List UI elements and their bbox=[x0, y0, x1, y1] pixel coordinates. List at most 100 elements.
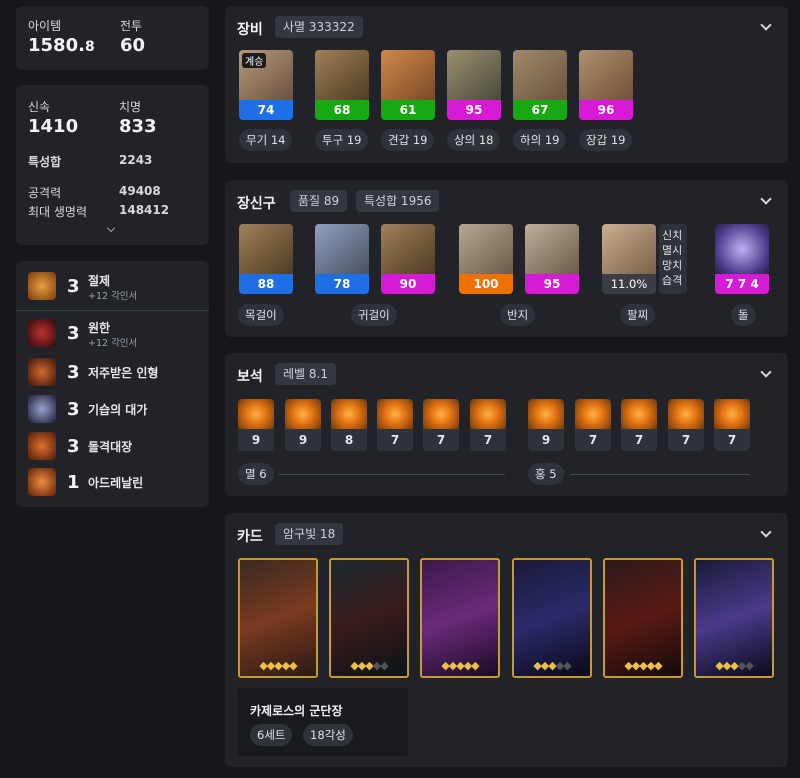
engraving-name: 절제 bbox=[88, 274, 111, 288]
divider bbox=[279, 474, 505, 475]
quality-bar: 95 bbox=[525, 274, 579, 294]
awakening-gems: ◆◆◆◆◆ bbox=[350, 659, 388, 672]
cooldown-gem[interactable]: 9 bbox=[528, 399, 564, 451]
max-hp-value: 148412 bbox=[119, 203, 170, 217]
collapse-chevron-icon[interactable] bbox=[760, 526, 772, 538]
ring-slot[interactable]: 100 bbox=[459, 224, 513, 294]
gloves-slot[interactable]: 96 bbox=[579, 50, 633, 120]
cards-section: 카드 암구빛 18 ◆◆◆◆◆ ◆◆◆◆◆ ◆◆◆◆◆ ◆◆◆◆◆ ◆◆◆◆◆ … bbox=[225, 513, 788, 767]
collapse-chevron-icon[interactable] bbox=[760, 19, 772, 31]
cooldown-gem[interactable]: 7 bbox=[714, 399, 750, 451]
damage-gem[interactable]: 7 bbox=[377, 399, 413, 451]
cooldown-gem[interactable]: 7 bbox=[575, 399, 611, 451]
engraving-row[interactable]: 3 절제 +12 각인서 bbox=[28, 272, 203, 302]
acc-label: 팔찌 bbox=[620, 304, 656, 326]
stat-total-value: 2243 bbox=[119, 153, 153, 167]
engraving-row[interactable]: 1 아드레날린 bbox=[28, 468, 203, 498]
stat-total-label: 특성합 bbox=[28, 155, 62, 169]
card[interactable]: ◆◆◆◆◆ bbox=[694, 558, 774, 678]
ability-stone-slot[interactable]: 7 7 4 bbox=[715, 224, 769, 294]
engraving-level: 3 bbox=[67, 399, 80, 420]
quality-bar: 95 bbox=[447, 100, 501, 120]
quality-bar: 68 bbox=[315, 100, 369, 120]
pants-icon bbox=[513, 50, 567, 100]
quality-bar: 67 bbox=[513, 100, 567, 120]
crit-value: 833 bbox=[119, 116, 157, 137]
card[interactable]: ◆◆◆◆◆ bbox=[512, 558, 592, 678]
engraving-ambush-master-icon bbox=[28, 395, 56, 423]
item-level-label: 아이템 bbox=[28, 19, 62, 33]
awakening-gems: ◆◆◆◆◆ bbox=[259, 659, 297, 672]
swiftness-value: 1410 bbox=[28, 116, 79, 137]
chest-slot[interactable]: 95 bbox=[447, 50, 501, 120]
weapon-slot[interactable]: 계승 74 bbox=[239, 50, 293, 120]
gem-level-badge: 레벨 8.1 bbox=[275, 363, 336, 385]
stat-total-badge: 특성합 1956 bbox=[356, 190, 440, 212]
shoulder-icon bbox=[381, 50, 435, 100]
damage-gem[interactable]: 7 bbox=[423, 399, 459, 451]
gem-icon bbox=[285, 399, 321, 429]
card[interactable]: ◆◆◆◆◆ bbox=[329, 558, 409, 678]
cooldown-gem[interactable]: 7 bbox=[668, 399, 704, 451]
card[interactable]: ◆◆◆◆◆ bbox=[603, 558, 683, 678]
engraving-row[interactable]: 3 원한 +12 각인서 bbox=[28, 319, 203, 349]
equip-label: 견갑 19 bbox=[381, 129, 435, 151]
gem-level: 7 bbox=[377, 429, 413, 451]
card[interactable]: ◆◆◆◆◆ bbox=[420, 558, 500, 678]
bracelet-icon bbox=[602, 224, 656, 274]
bracelet-effect: 멸시 bbox=[662, 244, 683, 257]
gems-section: 보석 레벨 8.1 9 9 8 7 7 7 9 7 7 7 7 멸 6 홍 5 bbox=[225, 353, 788, 496]
awakening-gems: ◆◆◆◆◆ bbox=[441, 659, 479, 672]
attack-label: 공격력 bbox=[28, 186, 62, 200]
attack-value: 49408 bbox=[119, 184, 161, 198]
engraving-name: 원한 bbox=[88, 321, 111, 335]
equip-label: 무기 14 bbox=[239, 129, 293, 151]
equip-label: 상의 18 bbox=[447, 129, 501, 151]
engraving-name: 저주받은 인형 bbox=[88, 366, 159, 380]
expand-chevron-icon[interactable] bbox=[106, 223, 116, 233]
pants-slot[interactable]: 67 bbox=[513, 50, 567, 120]
engraving-level: 1 bbox=[67, 472, 80, 493]
engraving-row[interactable]: 3 기습의 대가 bbox=[28, 395, 203, 425]
earring-slot[interactable]: 78 bbox=[315, 224, 369, 294]
swiftness-label: 신속 bbox=[28, 100, 51, 114]
acc-label: 돌 bbox=[731, 304, 756, 326]
bracelet-slot[interactable]: 11.0% bbox=[602, 224, 656, 294]
section-title: 보석 bbox=[237, 369, 263, 385]
necklace-slot[interactable]: 88 bbox=[239, 224, 293, 294]
engraving-row[interactable]: 3 저주받은 인형 bbox=[28, 358, 203, 388]
engraving-level: 3 bbox=[67, 362, 80, 383]
damage-gem[interactable]: 7 bbox=[470, 399, 506, 451]
quality-bar: 61 bbox=[381, 100, 435, 120]
ring-slot[interactable]: 95 bbox=[525, 224, 579, 294]
helmet-slot[interactable]: 68 bbox=[315, 50, 369, 120]
gem-icon bbox=[423, 399, 459, 429]
equip-label: 하의 19 bbox=[513, 129, 567, 151]
stats-panel: 신속 1410 치명 833 특성합 2243 공격력 49408 최대 생명력… bbox=[16, 85, 209, 245]
stone-value: 7 7 4 bbox=[715, 274, 769, 294]
acc-label: 귀걸이 bbox=[351, 304, 397, 326]
damage-gem[interactable]: 9 bbox=[285, 399, 321, 451]
engraving-name: 기습의 대가 bbox=[88, 403, 148, 417]
damage-gem-count: 멸 6 bbox=[238, 463, 274, 485]
damage-gem[interactable]: 8 bbox=[331, 399, 367, 451]
engraving-row[interactable]: 3 돌격대장 bbox=[28, 432, 203, 462]
chest-icon bbox=[447, 50, 501, 100]
card-set-effect[interactable]: 카제로스의 군단장 6세트 18각성 bbox=[238, 688, 408, 756]
damage-gem[interactable]: 9 bbox=[238, 399, 274, 451]
cooldown-gem[interactable]: 7 bbox=[621, 399, 657, 451]
engraving-raid-captain-icon bbox=[28, 432, 56, 460]
gem-icon bbox=[377, 399, 413, 429]
succession-tag: 계승 bbox=[242, 53, 267, 68]
quality-bar: 90 bbox=[381, 274, 435, 294]
card[interactable]: ◆◆◆◆◆ bbox=[238, 558, 318, 678]
earring-slot[interactable]: 90 bbox=[381, 224, 435, 294]
shoulder-slot[interactable]: 61 bbox=[381, 50, 435, 120]
collapse-chevron-icon[interactable] bbox=[760, 193, 772, 205]
divider bbox=[16, 310, 209, 311]
gem-level: 9 bbox=[528, 429, 564, 451]
quality-bar: 78 bbox=[315, 274, 369, 294]
collapse-chevron-icon[interactable] bbox=[760, 366, 772, 378]
ring-icon bbox=[459, 224, 513, 274]
helmet-icon bbox=[315, 50, 369, 100]
